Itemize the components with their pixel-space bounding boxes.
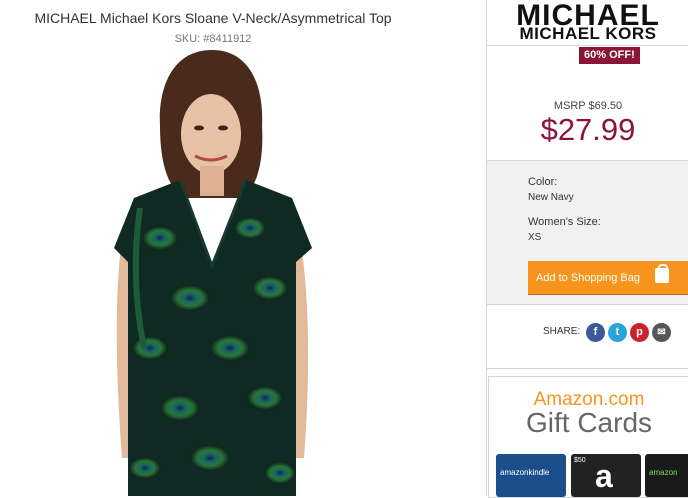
kindle-gift-card: amazonkindle — [496, 454, 566, 497]
share-bar: SHARE: f t p ✉ — [487, 304, 688, 369]
music-card-text: amazon — [649, 468, 678, 477]
add-to-bag-button[interactable]: Add to Shopping Bag — [528, 261, 688, 294]
music-gift-card: amazon — [645, 454, 688, 497]
size-value[interactable]: XS — [528, 232, 541, 243]
share-label: SHARE: — [543, 326, 581, 337]
amazon-card-value: $50 — [574, 457, 586, 464]
brand-logo-line2: MICHAEL KORS — [519, 24, 657, 43]
color-value[interactable]: New Navy — [528, 192, 574, 203]
amazon-a-logo-icon: a — [595, 458, 613, 494]
msrp-price: MSRP $69.50 — [553, 100, 623, 112]
discount-badge: 60% OFF! — [579, 47, 640, 64]
ad-subheadline: Gift Cards — [525, 407, 653, 438]
shopping-bag-icon — [655, 264, 669, 283]
gift-card-ad[interactable]: Amazon.com Gift Cards amazonkindle $50 a… — [488, 376, 688, 498]
email-icon[interactable]: ✉ — [652, 323, 671, 342]
amazon-gift-card: $50 a — [571, 454, 641, 497]
kindle-card-text: amazonkindle — [500, 468, 550, 477]
size-label: Women's Size: — [528, 216, 601, 228]
brand-logo[interactable]: MICHAEL MICHAEL KORS — [487, 0, 688, 46]
add-to-bag-label: Add to Shopping Bag — [536, 271, 640, 284]
product-title: MICHAEL Michael Kors Sloane V-Neck/Asymm… — [34, 10, 392, 26]
color-label: Color: — [528, 176, 558, 188]
product-options: Color: New Navy Women's Size: XS Add to … — [487, 160, 688, 305]
purchase-sidebar: MICHAEL MICHAEL KORS 60% OFF! MSRP $69.5… — [486, 0, 688, 498]
pinterest-icon[interactable]: p — [630, 323, 649, 342]
product-sku: SKU: #8411912 — [174, 33, 252, 45]
facebook-icon[interactable]: f — [586, 323, 605, 342]
sale-price: $27.99 — [540, 112, 636, 147]
product-panel: MICHAEL Michael Kors Sloane V-Neck/Asymm… — [0, 0, 486, 496]
product-photo[interactable] — [100, 48, 330, 496]
twitter-icon[interactable]: t — [608, 323, 627, 342]
